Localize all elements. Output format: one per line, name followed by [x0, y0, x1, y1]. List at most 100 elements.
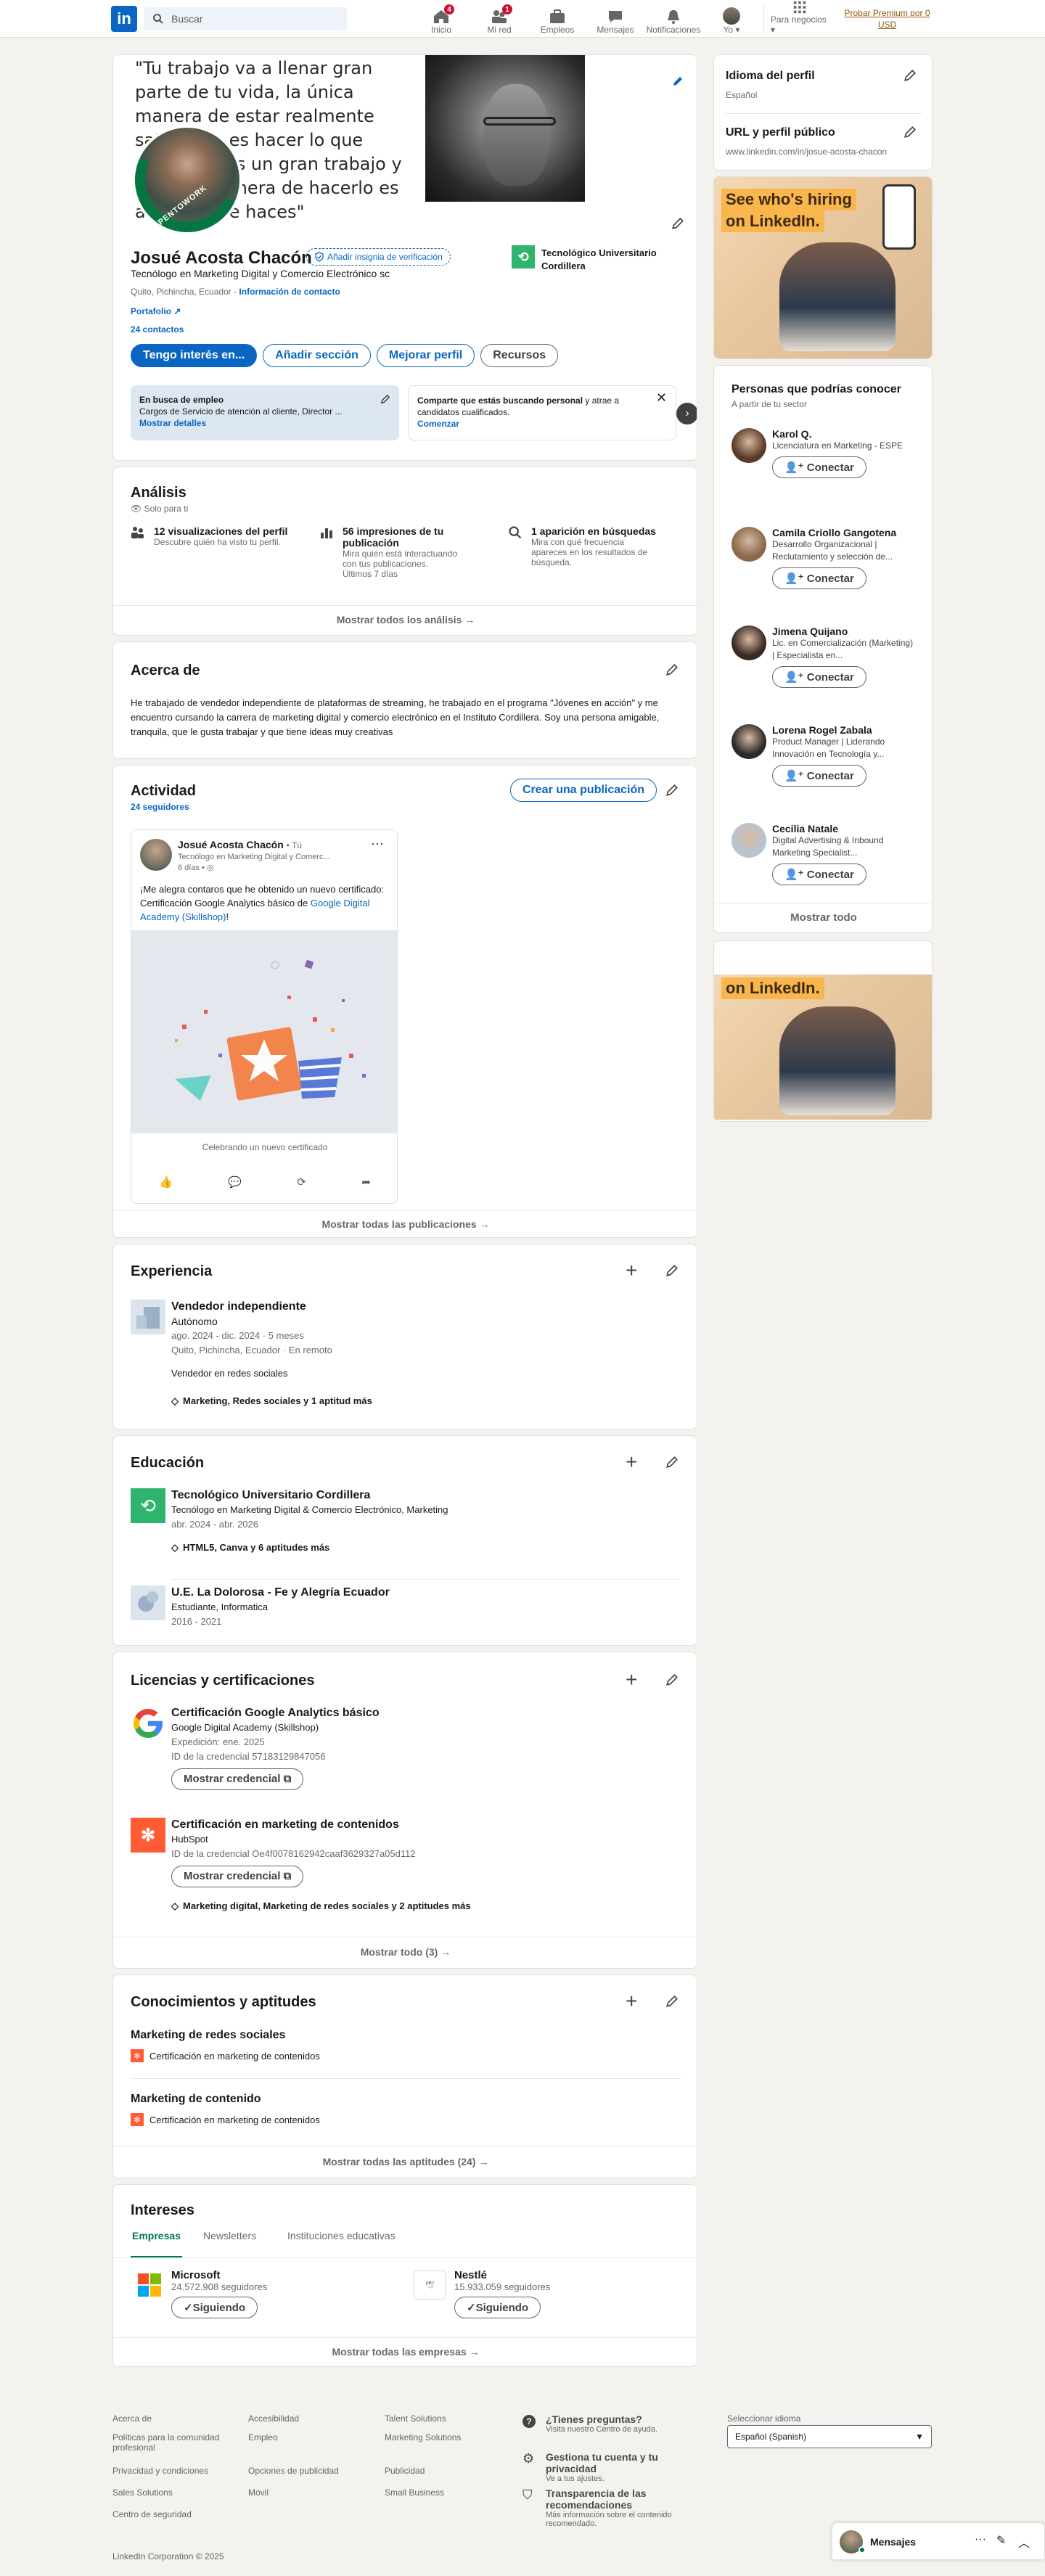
- close-icon[interactable]: ✕: [656, 391, 667, 404]
- edit-open-to-work-icon[interactable]: [380, 394, 390, 404]
- hiring-card[interactable]: Comparte que estás buscando personal y a…: [408, 385, 676, 440]
- compose-icon[interactable]: ✎: [996, 2533, 1006, 2548]
- profile-photo[interactable]: #OPENTOWORK: [132, 125, 242, 235]
- cordillera-logo-icon[interactable]: ⟲: [131, 1488, 165, 1523]
- search-input[interactable]: Buscar: [171, 13, 203, 25]
- help-item[interactable]: ⚙ Gestiona tu cuenta y tu privacidad Ve …: [522, 2451, 711, 2483]
- show-all-posts-link[interactable]: Mostrar todas las publicaciones →: [113, 1218, 697, 1230]
- show-details-link[interactable]: Mostrar detalles: [139, 417, 390, 429]
- footer-link[interactable]: Empleo: [248, 2432, 372, 2442]
- help-item[interactable]: ⛉ Transparencia de las recomendaciones M…: [522, 2487, 711, 2528]
- interest-name[interactable]: Nestlé: [454, 2269, 550, 2281]
- footer-link[interactable]: Talent Solutions: [385, 2413, 508, 2424]
- connect-button[interactable]: 👤⁺ Conectar: [772, 567, 866, 589]
- person-avatar[interactable]: [732, 724, 766, 759]
- edit-language-icon[interactable]: [901, 67, 919, 84]
- language-select[interactable]: Español (Spanish) ▼: [727, 2425, 932, 2448]
- comment-icon[interactable]: 💬: [228, 1176, 242, 1189]
- verify-badge-button[interactable]: Añadir insignia de verificación: [306, 248, 451, 266]
- person-avatar[interactable]: [732, 428, 766, 463]
- license-skills[interactable]: ◇ Marketing digital, Marketing de redes s…: [171, 1899, 665, 1913]
- show-all-analytics-link[interactable]: Mostrar todos los análisis →: [113, 614, 697, 625]
- skill-item[interactable]: Marketing de contenido ✻ Certificación en…: [131, 2093, 320, 2126]
- edit-experience-icon[interactable]: [663, 1262, 681, 1279]
- edit-intro-icon[interactable]: [669, 215, 687, 232]
- improve-profile-button[interactable]: Mejorar perfil: [376, 344, 475, 367]
- following-button[interactable]: ✓ Siguiendo: [171, 2297, 258, 2318]
- add-license-icon[interactable]: +: [626, 1668, 637, 1691]
- start-link[interactable]: Comenzar: [417, 418, 667, 430]
- company-logo-icon[interactable]: [131, 1300, 165, 1334]
- education-school[interactable]: Tecnológico Universitario Cordillera: [171, 1488, 665, 1503]
- post-more-icon[interactable]: ···: [371, 836, 384, 851]
- nav-home[interactable]: Inicio: [412, 0, 470, 38]
- show-all-licenses-link[interactable]: Mostrar todo (3) →: [113, 1946, 697, 1958]
- tab-schools[interactable]: Instituciones educativas: [287, 2230, 396, 2241]
- tab-companies[interactable]: Empresas: [131, 2230, 182, 2257]
- edit-activity-icon[interactable]: [663, 782, 681, 799]
- footer-link[interactable]: Publicidad: [385, 2466, 508, 2476]
- nav-jobs[interactable]: Empleos: [528, 0, 586, 38]
- chevron-up-icon[interactable]: ︿: [1018, 2533, 1030, 2551]
- education-school[interactable]: U.E. La Dolorosa - Fe y Alegría Ecuador: [171, 1586, 665, 1600]
- person-name[interactable]: Jimena Quijano: [772, 625, 917, 637]
- education-skills[interactable]: ◇ HTML5, Canva y 6 aptitudes más: [171, 1541, 665, 1555]
- analytics-item-impressions[interactable]: 56 impresiones de tu publicación Mira qu…: [319, 525, 493, 579]
- add-section-button[interactable]: Añadir sección: [263, 344, 371, 367]
- nestle-logo-icon[interactable]: 🕊: [414, 2271, 446, 2300]
- footer-link[interactable]: Centro de seguridad: [112, 2509, 236, 2519]
- edit-education-icon[interactable]: [663, 1453, 681, 1471]
- tab-newsletters[interactable]: Newsletters: [203, 2230, 256, 2241]
- google-logo-icon[interactable]: [131, 1706, 165, 1741]
- person-avatar[interactable]: [732, 823, 766, 858]
- footer-link[interactable]: Privacidad y condiciones: [112, 2466, 236, 2476]
- person-name[interactable]: Camila Criollo Gangotena: [772, 527, 917, 538]
- ad-banner-2[interactable]: on LinkedIn.: [713, 940, 933, 1122]
- connect-button[interactable]: 👤⁺ Conectar: [772, 666, 866, 688]
- connections-link[interactable]: 24 contactos: [131, 324, 184, 335]
- footer-link[interactable]: Opciones de publicidad: [248, 2466, 372, 2476]
- add-education-icon[interactable]: +: [626, 1451, 637, 1474]
- more-options-icon[interactable]: ···: [975, 2533, 986, 2546]
- messaging-overlay[interactable]: Mensajes ··· ✎ ︿: [832, 2522, 1045, 2560]
- premium-link[interactable]: Probar Premium por 0 USD: [838, 7, 936, 30]
- skill-item[interactable]: Marketing de redes sociales ✻ Certificaci…: [131, 2029, 320, 2062]
- resources-button[interactable]: Recursos: [480, 344, 559, 367]
- show-all-companies-link[interactable]: Mostrar todas las empresas →: [113, 2346, 697, 2358]
- edit-about-icon[interactable]: [663, 661, 681, 678]
- post-author-name[interactable]: Josué Acosta Chacón: [178, 839, 284, 850]
- add-skill-icon[interactable]: +: [626, 1990, 637, 2013]
- add-experience-icon[interactable]: +: [626, 1259, 637, 1282]
- footer-link[interactable]: Small Business: [385, 2487, 508, 2498]
- show-all-skills-link[interactable]: Mostrar todas las aptitudes (24) →: [113, 2156, 697, 2167]
- person-avatar[interactable]: [732, 527, 766, 562]
- footer-link[interactable]: Móvil: [248, 2487, 372, 2498]
- nav-network[interactable]: Mi red: [470, 0, 528, 38]
- footer-link[interactable]: Acerca de: [112, 2413, 236, 2424]
- show-credential-button[interactable]: Mostrar credencial ⧉: [171, 1866, 304, 1887]
- footer-link[interactable]: Políticas para la comunidad profesional: [112, 2432, 236, 2453]
- ad-banner-1[interactable]: See who's hiring on LinkedIn.: [713, 176, 933, 359]
- portfolio-link[interactable]: Portafolio ↗: [131, 306, 181, 316]
- person-avatar[interactable]: [732, 625, 766, 660]
- nav-messaging[interactable]: Mensajes: [586, 0, 644, 38]
- search-box[interactable]: Buscar: [144, 7, 347, 30]
- open-to-work-card[interactable]: En busca de empleo Cargos de Servicio de…: [131, 385, 399, 440]
- post-author-avatar[interactable]: [140, 839, 172, 871]
- repost-icon[interactable]: ⟳: [297, 1176, 306, 1189]
- school-logo-icon[interactable]: [131, 1586, 165, 1620]
- footer-link[interactable]: Accesibilidad: [248, 2413, 372, 2424]
- nav-business[interactable]: Para negocios ▾: [771, 0, 829, 38]
- edit-skills-icon[interactable]: [663, 1993, 681, 2010]
- microsoft-logo-icon[interactable]: [135, 2271, 164, 2300]
- edit-banner-icon[interactable]: [669, 73, 687, 90]
- interest-name[interactable]: Microsoft: [171, 2269, 267, 2281]
- create-post-button[interactable]: Crear una publicación: [510, 779, 657, 802]
- following-button[interactable]: ✓ Siguiendo: [454, 2297, 541, 2318]
- nav-notifications[interactable]: Notificaciones: [644, 0, 702, 38]
- experience-skills[interactable]: ◇ Marketing, Redes sociales y 1 aptitud m…: [171, 1394, 665, 1408]
- show-all-people-link[interactable]: Mostrar todo: [714, 911, 932, 924]
- interested-button[interactable]: Tengo interés en...: [131, 344, 258, 367]
- nav-me[interactable]: Yo ▾: [702, 0, 761, 38]
- send-icon[interactable]: ➦: [361, 1176, 371, 1189]
